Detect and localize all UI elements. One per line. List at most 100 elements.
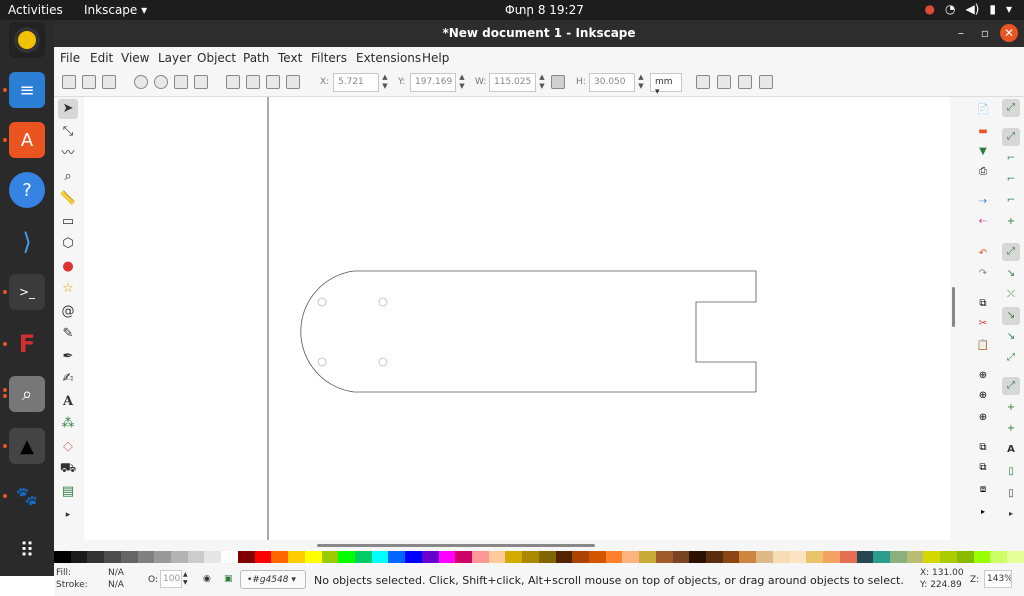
- snap-smooth-nodes-icon[interactable]: ↘: [1002, 328, 1020, 346]
- pen-tool-icon[interactable]: ✒: [58, 347, 78, 367]
- palette-swatch[interactable]: [171, 551, 188, 563]
- app-menu-button[interactable]: Inkscape ▾: [84, 3, 147, 17]
- menu-file[interactable]: File: [60, 51, 80, 65]
- palette-swatch[interactable]: [471, 551, 489, 563]
- gimp-icon[interactable]: 🐾: [9, 478, 45, 514]
- palette-swatch[interactable]: [204, 551, 222, 563]
- current-layer-select[interactable]: •#g4548 ▾: [240, 570, 306, 589]
- inkscape-icon[interactable]: ▲: [9, 428, 45, 464]
- palette-swatch[interactable]: [589, 551, 606, 563]
- terminal-icon[interactable]: >_: [9, 274, 45, 310]
- x-field[interactable]: 5.721: [333, 73, 379, 92]
- snap-cusp-nodes-icon[interactable]: ↘: [1002, 307, 1020, 325]
- snap-overflow-icon[interactable]: ▸: [1002, 505, 1020, 523]
- zoom-page-icon[interactable]: ⊕: [976, 411, 990, 425]
- snap-rotation-center-icon[interactable]: +: [1002, 420, 1020, 438]
- snap-bbox-icon[interactable]: ⤢: [1002, 128, 1020, 146]
- scale-corners-icon[interactable]: [717, 75, 731, 89]
- palette-swatch[interactable]: [455, 551, 472, 563]
- palette-swatch[interactable]: [522, 551, 539, 563]
- raise-icon[interactable]: [246, 75, 260, 89]
- clone-icon[interactable]: ⧉: [976, 461, 990, 475]
- undo-icon[interactable]: ↶: [976, 247, 990, 261]
- palette-swatch[interactable]: [889, 551, 907, 563]
- palette-swatch[interactable]: [923, 551, 941, 563]
- palette-swatch[interactable]: [990, 551, 1007, 563]
- palette-swatch[interactable]: [304, 551, 322, 563]
- palette-swatch[interactable]: [639, 551, 656, 563]
- export-icon[interactable]: ⇠: [976, 215, 990, 229]
- y-field[interactable]: 197.169: [410, 73, 456, 92]
- vertical-scrollbar[interactable]: [950, 97, 960, 540]
- ellipse-tool-icon[interactable]: ●: [58, 257, 78, 277]
- palette-swatch[interactable]: [237, 551, 255, 563]
- zoom-tool-icon[interactable]: ⌕: [58, 167, 78, 187]
- maximize-icon[interactable]: ▫: [976, 24, 994, 42]
- clock[interactable]: Փտր 8 19:27: [505, 3, 584, 17]
- rectangle-tool-icon[interactable]: ▭: [58, 212, 78, 232]
- gradient-tool-icon[interactable]: ▤: [58, 482, 78, 502]
- snap-line-midpoint-icon[interactable]: ⤢: [1002, 349, 1020, 367]
- palette-swatch[interactable]: [873, 551, 890, 563]
- menu-layer[interactable]: Layer: [158, 51, 191, 65]
- import-icon[interactable]: ⇢: [976, 195, 990, 209]
- palette-swatch[interactable]: [354, 551, 372, 563]
- menu-extensions[interactable]: Extensions: [356, 51, 421, 65]
- measure-tool-icon[interactable]: 📏: [58, 189, 78, 209]
- menu-help[interactable]: Help: [422, 51, 449, 65]
- palette-swatch[interactable]: [87, 551, 105, 563]
- transform-patterns-icon[interactable]: [759, 75, 773, 89]
- unlink-clone-icon[interactable]: ⧈: [976, 483, 990, 497]
- menu-edit[interactable]: Edit: [90, 51, 113, 65]
- palette-swatch[interactable]: [254, 551, 272, 563]
- palette-swatch[interactable]: [388, 551, 406, 563]
- scale-stroke-icon[interactable]: [696, 75, 710, 89]
- snap-path-icon[interactable]: ↘: [1002, 265, 1020, 283]
- palette-swatch[interactable]: [70, 551, 88, 563]
- palette-swatch[interactable]: [973, 551, 991, 563]
- snap-text-baseline-icon[interactable]: A: [1002, 441, 1020, 459]
- palette-swatch[interactable]: [405, 551, 422, 563]
- x-spinner[interactable]: ▲ ▼: [380, 73, 390, 92]
- palette-swatch[interactable]: [689, 551, 707, 563]
- mounting-hole[interactable]: [378, 357, 388, 367]
- freecad-icon[interactable]: F: [9, 326, 45, 362]
- palette-swatch[interactable]: [956, 551, 974, 563]
- spiral-tool-icon[interactable]: @: [58, 302, 78, 322]
- palette-swatch[interactable]: [772, 551, 790, 563]
- opacity-spinner[interactable]: ▲ ▼: [183, 571, 188, 587]
- zoom-selection-icon[interactable]: ⊕: [976, 369, 990, 383]
- w-field[interactable]: 115.025: [489, 73, 536, 92]
- flip-vertical-icon[interactable]: [194, 75, 208, 89]
- help-icon[interactable]: ?: [9, 172, 45, 208]
- palette-swatch[interactable]: [839, 551, 857, 563]
- vertical-scroll-thumb[interactable]: [952, 287, 955, 327]
- app-grid-icon[interactable]: ⠿: [9, 532, 45, 568]
- palette-swatch[interactable]: [622, 551, 640, 563]
- mounting-hole[interactable]: [378, 297, 388, 307]
- palette-swatch[interactable]: [906, 551, 924, 563]
- palette-swatch[interactable]: [672, 551, 690, 563]
- plate-outline-shape[interactable]: [300, 270, 757, 393]
- text-tool-icon[interactable]: A: [58, 392, 78, 412]
- rotate-cw-icon[interactable]: [154, 75, 168, 89]
- menu-filters[interactable]: Filters: [311, 51, 347, 65]
- magnifier-icon[interactable]: ⌕: [9, 376, 45, 412]
- mounting-hole[interactable]: [317, 297, 327, 307]
- box-3d-tool-icon[interactable]: ⬡: [58, 234, 78, 254]
- menu-view[interactable]: View: [121, 51, 149, 65]
- rotate-ccw-icon[interactable]: [134, 75, 148, 89]
- pencil-tool-icon[interactable]: ✎: [58, 324, 78, 344]
- new-document-icon[interactable]: 📄: [976, 103, 990, 117]
- palette-swatch[interactable]: [1006, 551, 1024, 563]
- snap-bbox-corner-icon[interactable]: ⌐: [1002, 171, 1020, 189]
- stroke-value[interactable]: N/A: [108, 580, 124, 590]
- horizontal-scrollbar[interactable]: [84, 540, 950, 550]
- raise-to-top-icon[interactable]: [226, 75, 240, 89]
- w-spinner[interactable]: ▲ ▼: [537, 73, 547, 92]
- duplicate-icon[interactable]: ⧉: [976, 441, 990, 455]
- opacity-field[interactable]: 100: [160, 570, 182, 588]
- volume-icon[interactable]: ◀): [965, 2, 979, 16]
- mounting-hole[interactable]: [317, 357, 327, 367]
- zoom-drawing-icon[interactable]: ⊕: [976, 389, 990, 403]
